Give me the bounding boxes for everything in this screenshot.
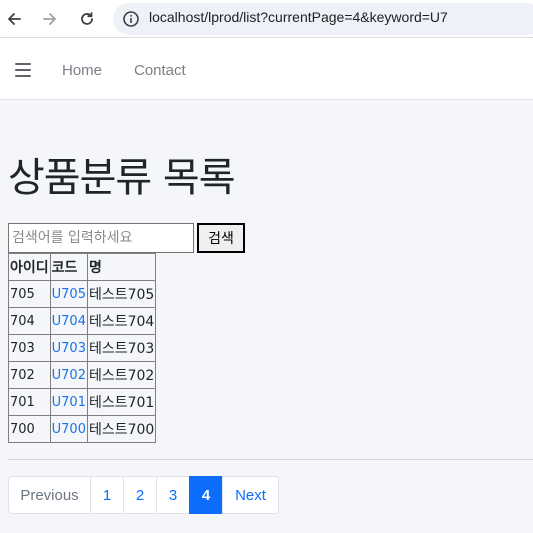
address-bar[interactable]: localhost/lprod/list?currentPage=4&keywo…	[113, 3, 533, 35]
app-navbar: Home Contact	[0, 38, 533, 100]
cell-name: 테스트701	[86, 388, 157, 416]
nav-link-contact[interactable]: Contact	[134, 62, 186, 79]
search-input[interactable]	[8, 223, 194, 253]
cell-code: U703	[49, 334, 88, 362]
table-row: 704 U704 테스트704	[8, 307, 157, 335]
code-link[interactable]: U702	[52, 368, 86, 383]
table-row: 705 U705 테스트705	[8, 280, 157, 308]
page-title: 상품분류 목록	[8, 155, 236, 201]
cell-name: 테스트705	[86, 280, 157, 308]
cell-code: U701	[49, 388, 88, 416]
cell-code: U702	[49, 361, 88, 389]
code-link[interactable]: U704	[52, 314, 86, 329]
cell-id: 703	[8, 334, 51, 362]
cell-id: 704	[8, 307, 51, 335]
cell-code: U704	[49, 307, 88, 335]
divider	[8, 459, 533, 460]
column-header-code: 코드	[49, 253, 88, 281]
cell-id: 705	[8, 280, 51, 308]
cell-code: U705	[49, 280, 88, 308]
cell-name: 테스트704	[86, 307, 157, 335]
pagination-page-1[interactable]: 1	[90, 476, 124, 514]
reload-icon[interactable]	[75, 7, 99, 31]
browser-toolbar: localhost/lprod/list?currentPage=4&keywo…	[0, 0, 533, 38]
code-link[interactable]: U705	[52, 287, 86, 302]
back-arrow-icon[interactable]	[2, 7, 26, 31]
table-row: 701 U701 테스트701	[8, 388, 157, 416]
table-row: 700 U700 테스트700	[8, 415, 157, 443]
search-button[interactable]: 검색	[197, 223, 245, 253]
hamburger-menu-icon[interactable]	[15, 63, 31, 77]
cell-id: 700	[8, 415, 51, 443]
pagination-next[interactable]: Next	[222, 476, 279, 514]
pagination-previous[interactable]: Previous	[8, 476, 91, 514]
pagination-page-2[interactable]: 2	[123, 476, 157, 514]
table-header-row: 아이디 코드 명	[8, 253, 157, 281]
pagination: Previous 1 2 3 4 Next	[8, 476, 279, 514]
nav-link-home[interactable]: Home	[62, 62, 102, 79]
code-link[interactable]: U700	[52, 422, 86, 437]
site-info-icon[interactable]	[122, 10, 140, 28]
cell-name: 테스트700	[86, 415, 157, 443]
pagination-page-3[interactable]: 3	[156, 476, 190, 514]
cell-code: U700	[49, 415, 88, 443]
product-category-table: 아이디 코드 명 705 U705 테스트705 704 U704 테스트704…	[8, 253, 157, 443]
table-row: 703 U703 테스트703	[8, 334, 157, 362]
column-header-id: 아이디	[8, 253, 51, 281]
url-text[interactable]: localhost/lprod/list?currentPage=4&keywo…	[149, 9, 448, 25]
cell-id: 701	[8, 388, 51, 416]
code-link[interactable]: U701	[52, 395, 86, 410]
code-link[interactable]: U703	[52, 341, 86, 356]
forward-arrow-icon[interactable]	[38, 7, 62, 31]
cell-name: 테스트702	[86, 361, 157, 389]
pagination-page-4-active[interactable]: 4	[189, 476, 223, 514]
table-row: 702 U702 테스트702	[8, 361, 157, 389]
cell-name: 테스트703	[86, 334, 157, 362]
column-header-name: 명	[86, 253, 157, 281]
cell-id: 702	[8, 361, 51, 389]
